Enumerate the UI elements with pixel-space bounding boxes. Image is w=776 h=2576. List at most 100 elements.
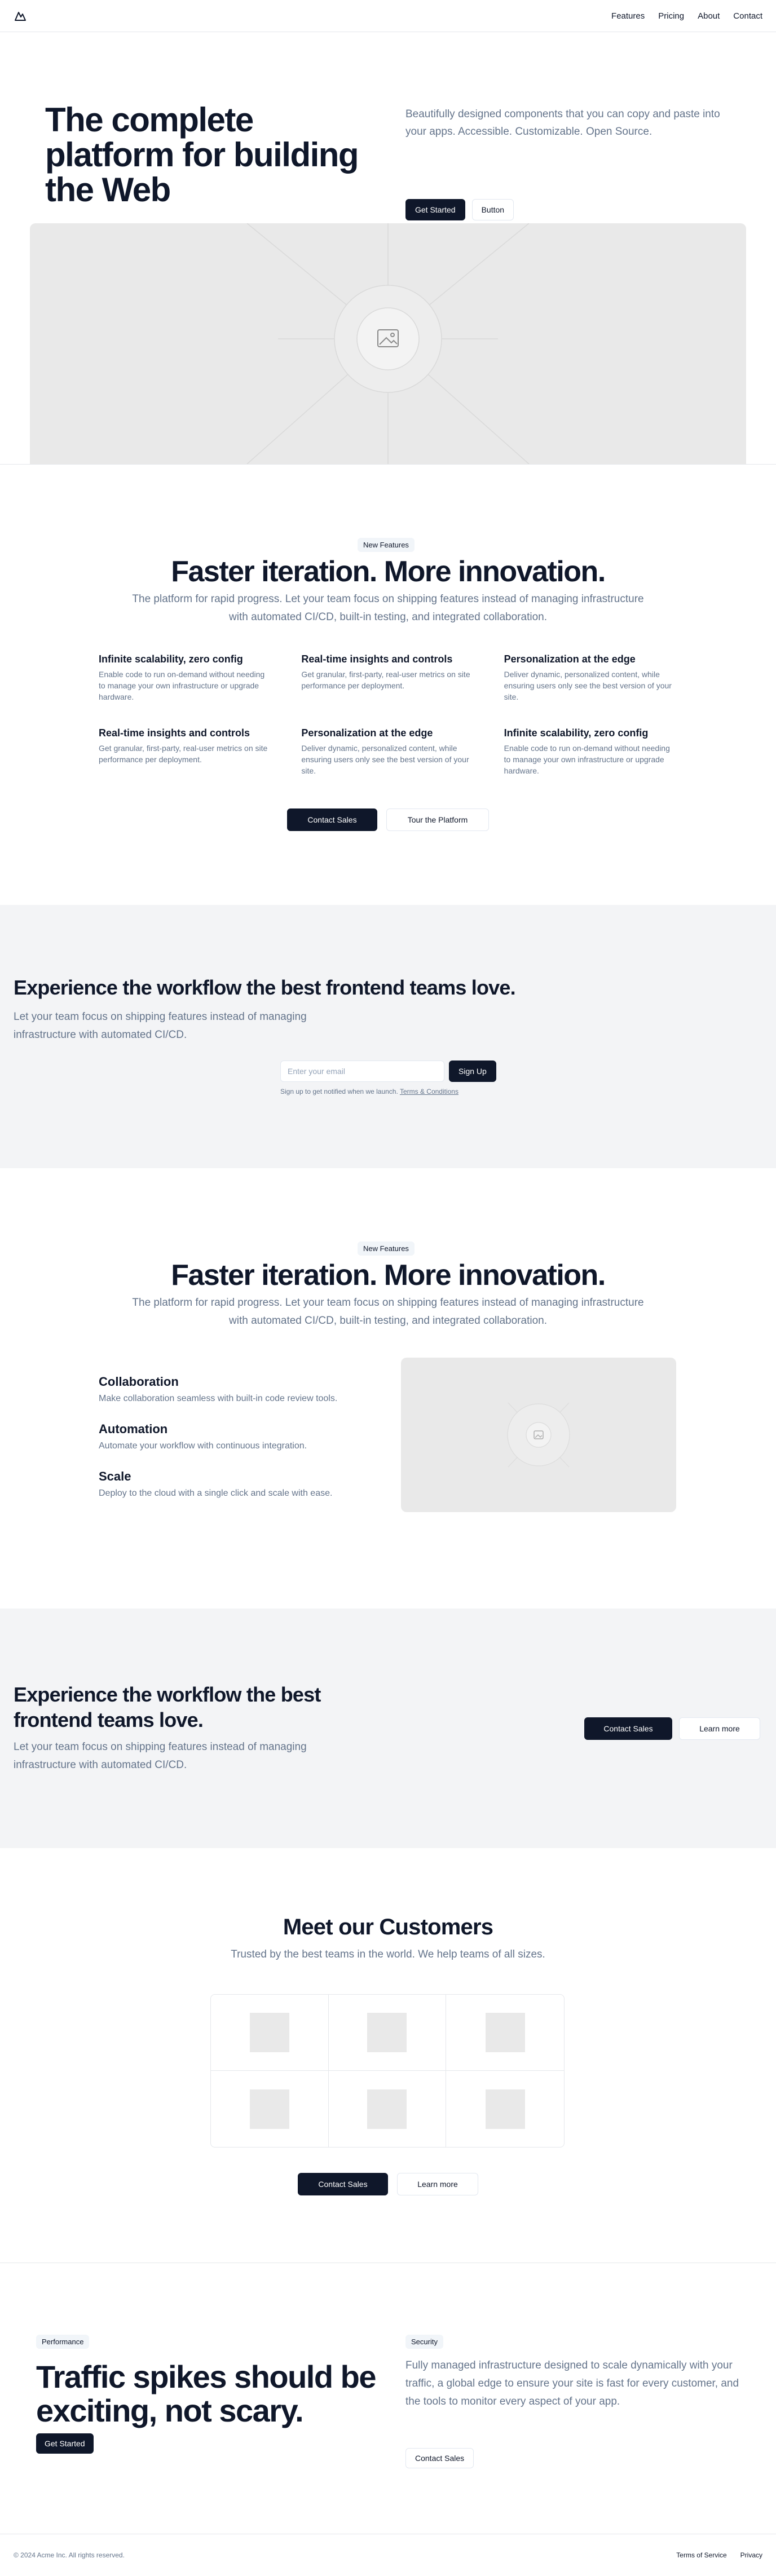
- nav-link-pricing[interactable]: Pricing: [658, 11, 684, 21]
- customer-logo-cell: [329, 2071, 447, 2147]
- customer-logo-cell: [328, 1995, 447, 2071]
- features-title: Faster iteration. More innovation.: [171, 555, 606, 588]
- customer-logo-placeholder-icon: [485, 2013, 525, 2052]
- workflow-cta-title: Experience the workflow the best fronten…: [14, 1683, 321, 1731]
- list-item: Automation Automate your workflow with c…: [99, 1422, 381, 1451]
- main-nav: Features Pricing About Contact: [611, 0, 762, 32]
- list-item: Scale Deploy to the cloud with a single …: [99, 1469, 381, 1499]
- signup-form: Enter your email Sign Up: [280, 1061, 496, 1082]
- feature-card: Infinite scalability, zero config Enable…: [504, 727, 677, 776]
- mountain-logo-icon[interactable]: [14, 10, 27, 23]
- get-started-button[interactable]: Get Started: [36, 2433, 94, 2454]
- get-started-button[interactable]: Get Started: [405, 199, 465, 220]
- hero-description: Beautifully designed components that you…: [405, 108, 720, 138]
- customer-logo-placeholder-icon: [367, 2089, 407, 2129]
- feature-text: Enable code to run on-demand without nee…: [99, 670, 265, 701]
- feature-text: Get granular, first-party, real-user met…: [301, 670, 470, 690]
- security-badge: Security: [405, 2335, 443, 2349]
- features-section: New Features Faster iteration. More inno…: [0, 465, 776, 905]
- customers-buttons: Contact Sales Learn more: [0, 2173, 776, 2195]
- list-item-title: Automation: [99, 1422, 168, 1436]
- hero-secondary-button[interactable]: Button: [471, 199, 514, 220]
- customers-section: Meet our Customers Trusted by the best t…: [0, 1848, 776, 2263]
- site-footer: © 2024 Acme Inc. All rights reserved. Te…: [0, 2534, 776, 2576]
- feature-card: Real-time insights and controls Get gran…: [99, 727, 272, 776]
- contact-sales-button[interactable]: Contact Sales: [405, 2448, 474, 2468]
- workflow-cta-description: Let your team focus on shipping features…: [14, 1741, 307, 1771]
- feature-title: Infinite scalability, zero config: [99, 653, 243, 665]
- feature-title: Real-time insights and controls: [99, 727, 250, 739]
- customer-logo-cell: [446, 2071, 564, 2147]
- learn-more-button[interactable]: Learn more: [679, 1717, 760, 1740]
- traffic-description: Fully managed infrastructure designed to…: [405, 2360, 739, 2407]
- workflow-title: Experience the workflow the best fronten…: [14, 976, 516, 999]
- feature-text: Deliver dynamic, personalized content, w…: [504, 670, 672, 701]
- feature-card: Real-time insights and controls Get gran…: [301, 653, 474, 702]
- signup-fineprint: Sign up to get notified when we launch. …: [280, 1088, 495, 1095]
- nav-link-about[interactable]: About: [698, 11, 720, 21]
- traffic-title: Traffic spikes should be exciting, not s…: [36, 2359, 376, 2428]
- features2-title: Faster iteration. More innovation.: [171, 1259, 606, 1292]
- sign-up-button[interactable]: Sign Up: [449, 1061, 496, 1082]
- terms-of-service-link[interactable]: Terms of Service: [676, 2551, 726, 2559]
- customer-logo-placeholder-icon: [249, 2013, 289, 2052]
- feature-title: Personalization at the edge: [301, 727, 433, 739]
- customer-logo-placeholder-icon: [485, 2089, 525, 2129]
- feature-title: Real-time insights and controls: [301, 653, 453, 665]
- workflow-description: Let your team focus on shipping features…: [14, 1011, 307, 1041]
- hero-image-lines: [246, 223, 530, 464]
- hero-section: The complete platform for building the W…: [0, 32, 776, 223]
- list-item-title: Collaboration: [99, 1375, 179, 1389]
- contact-sales-button[interactable]: Contact Sales: [298, 2173, 388, 2195]
- list-item-title: Scale: [99, 1469, 131, 1483]
- copyright-text: © 2024 Acme Inc. All rights reserved.: [14, 2551, 125, 2559]
- features-subtitle: The platform for rapid progress. Let you…: [132, 593, 644, 623]
- feature-title: Infinite scalability, zero config: [504, 727, 649, 739]
- features2-list: Collaboration Make collaboration seamles…: [99, 1375, 381, 1517]
- features2-image-placeholder: [401, 1358, 676, 1512]
- privacy-link[interactable]: Privacy: [740, 2551, 762, 2559]
- hero-buttons: Get Started Button: [405, 199, 514, 220]
- fineprint-text: Sign up to get notified when we launch.: [280, 1088, 398, 1095]
- feature-text: Deliver dynamic, personalized content, w…: [301, 744, 469, 775]
- workflow-cta-section: Experience the workflow the best fronten…: [0, 1609, 776, 1848]
- workflow-cta-buttons: Contact Sales Learn more: [584, 1717, 760, 1740]
- nav-link-features[interactable]: Features: [611, 11, 645, 21]
- customer-logo-placeholder-icon: [249, 2089, 289, 2129]
- list-item-text: Automate your workflow with continuous i…: [99, 1441, 307, 1451]
- feature-card: Personalization at the edge Deliver dyna…: [301, 727, 474, 776]
- site-header: Features Pricing About Contact: [0, 0, 776, 32]
- feature-card: Infinite scalability, zero config Enable…: [99, 653, 272, 702]
- customer-logo-cell: [211, 2071, 329, 2147]
- customer-logo-grid: [210, 1994, 565, 2148]
- customer-logo-placeholder-icon: [367, 2013, 407, 2052]
- footer-links: Terms of Service Privacy: [676, 2551, 762, 2559]
- email-input[interactable]: Enter your email: [280, 1061, 444, 1082]
- features-grid: Infinite scalability, zero config Enable…: [99, 653, 677, 776]
- feature-text: Get granular, first-party, real-user met…: [99, 744, 268, 764]
- list-item-text: Deploy to the cloud with a single click …: [99, 1488, 333, 1498]
- traffic-section: Performance Traffic spikes should be exc…: [0, 2263, 776, 2534]
- feature-card: Personalization at the edge Deliver dyna…: [504, 653, 677, 702]
- performance-badge: Performance: [36, 2335, 90, 2349]
- features2-image-lines: [507, 1402, 570, 1468]
- tour-platform-button[interactable]: Tour the Platform: [386, 808, 489, 831]
- list-item: Collaboration Make collaboration seamles…: [99, 1375, 381, 1404]
- learn-more-button[interactable]: Learn more: [397, 2173, 478, 2195]
- customer-logo-cell: [446, 1995, 564, 2071]
- new-features-badge: New Features: [358, 1241, 415, 1256]
- nav-link-contact[interactable]: Contact: [733, 11, 762, 21]
- hero-image-placeholder: [30, 223, 746, 464]
- workflow-signup-section: Experience the workflow the best fronten…: [0, 905, 776, 1168]
- features-buttons: Contact Sales Tour the Platform: [0, 808, 776, 831]
- terms-link[interactable]: Terms & Conditions: [400, 1088, 458, 1095]
- new-features-badge: New Features: [358, 538, 415, 552]
- customers-title: Meet our Customers: [283, 1915, 493, 1939]
- list-item-text: Make collaboration seamless with built-i…: [99, 1394, 338, 1403]
- customer-logo-cell: [211, 1995, 329, 2071]
- hero-title: The complete platform for building the W…: [45, 101, 359, 209]
- features-list-section: New Features Faster iteration. More inno…: [0, 1168, 776, 1609]
- contact-sales-button[interactable]: Contact Sales: [287, 808, 377, 831]
- customers-subtitle: Trusted by the best teams in the world. …: [231, 1948, 545, 1960]
- contact-sales-button[interactable]: Contact Sales: [584, 1717, 672, 1740]
